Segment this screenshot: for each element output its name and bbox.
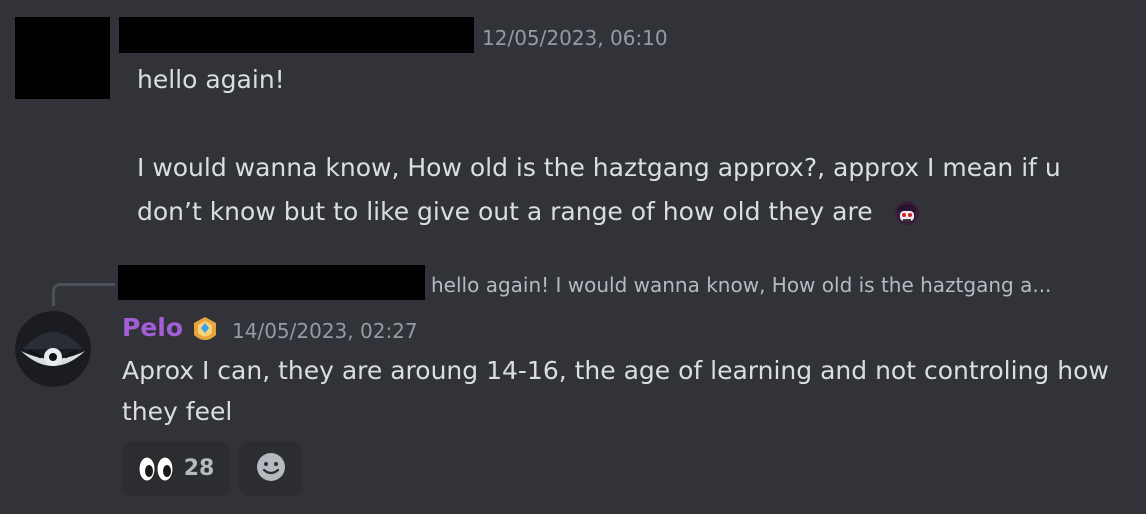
- message-content: hello again! I would wanna know, How old…: [137, 58, 1127, 234]
- username[interactable]: Pelo: [122, 313, 183, 342]
- custom-emoji-icon[interactable]: [891, 197, 923, 229]
- message-timestamp: 14/05/2023, 02:27: [232, 319, 418, 343]
- reply-username-redacted[interactable]: [118, 265, 425, 300]
- message-line: hello again!: [137, 65, 285, 94]
- eyes-emoji-icon: [138, 455, 174, 483]
- message-line: don’t know but to like give out a range …: [137, 190, 1127, 234]
- username-redacted[interactable]: [119, 17, 474, 53]
- message-line: I would wanna know, How old is the haztg…: [137, 153, 1061, 182]
- message-line: Aprox I can, they are aroung 14-16, the …: [122, 356, 1109, 385]
- avatar-redacted[interactable]: [15, 17, 110, 99]
- message-line: [137, 102, 1127, 146]
- message-content: Aprox I can, they are aroung 14-16, the …: [122, 350, 1132, 432]
- server-badge-icon[interactable]: [188, 313, 222, 347]
- reply-preview[interactable]: hello again! I would wanna know, How old…: [431, 273, 1051, 297]
- reply-connector: [52, 283, 115, 306]
- reaction-count: 28: [183, 456, 215, 481]
- reaction-eyes[interactable]: 28: [122, 441, 230, 496]
- message-line: they feel: [122, 397, 233, 426]
- avatar[interactable]: [15, 311, 91, 387]
- message-line-text: don’t know but to like give out a range …: [137, 197, 873, 226]
- add-reaction-icon: [255, 451, 287, 487]
- add-reaction-button[interactable]: [239, 441, 302, 496]
- message-timestamp: 12/05/2023, 06:10: [482, 26, 668, 50]
